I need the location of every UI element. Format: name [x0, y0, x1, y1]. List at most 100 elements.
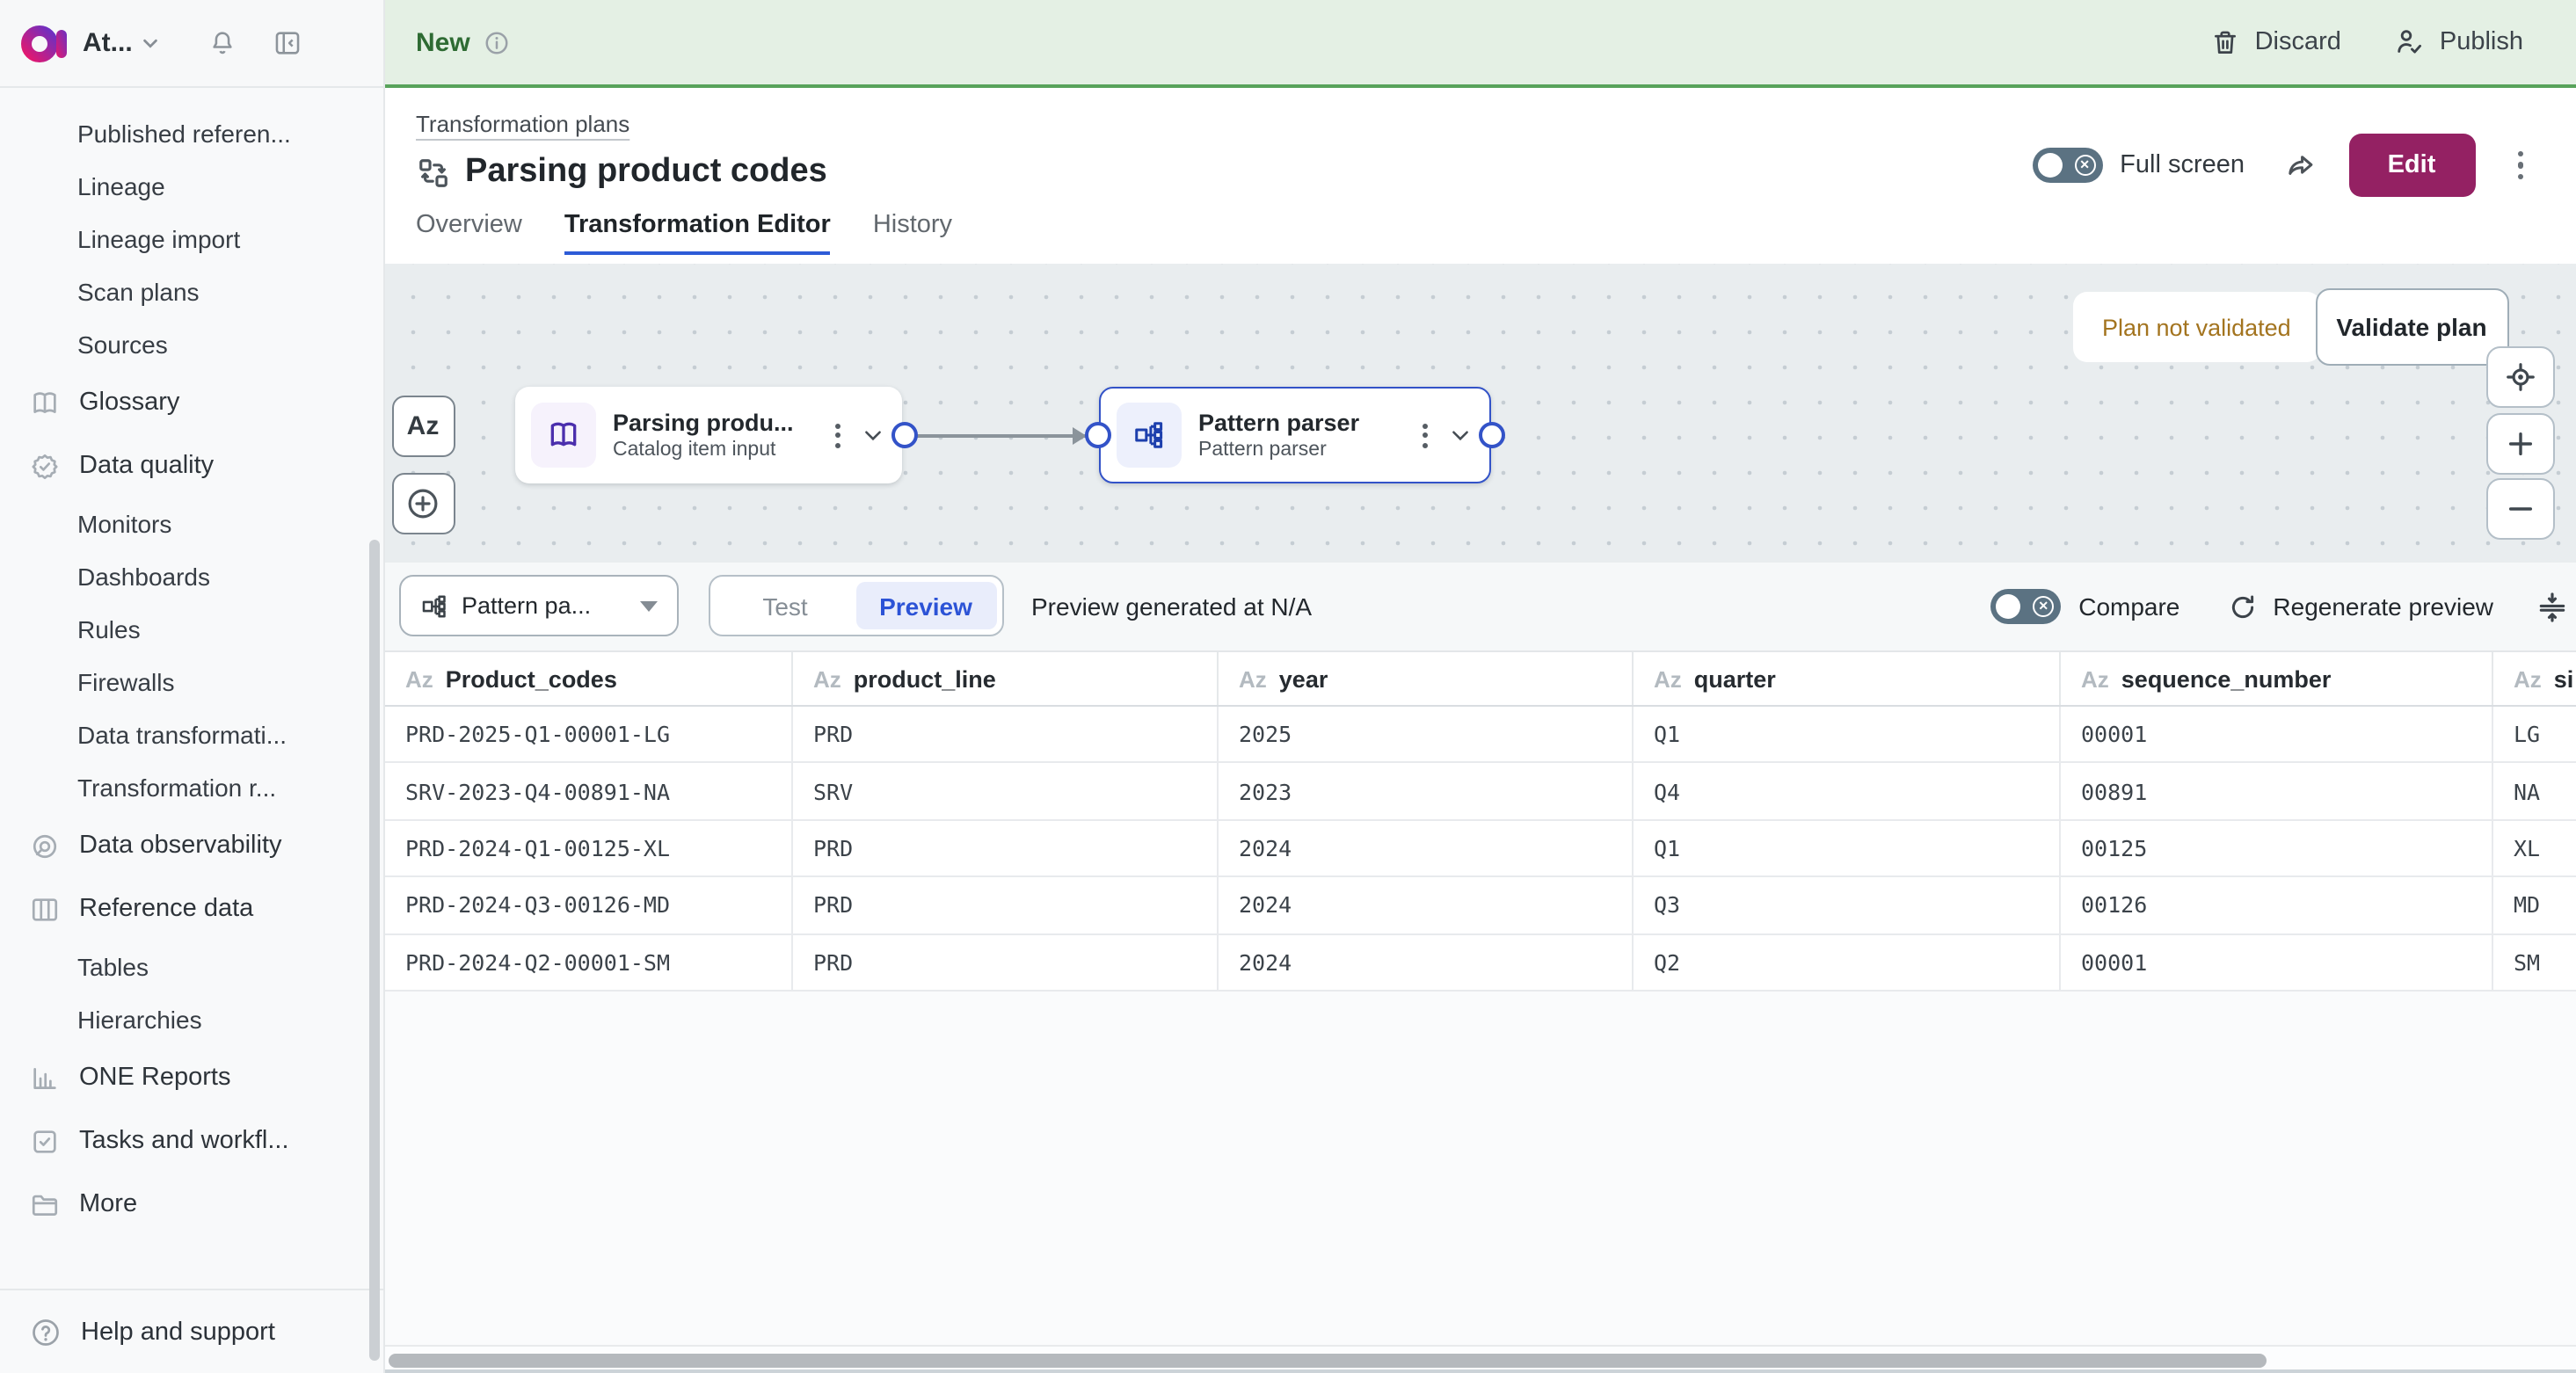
ataccama-logo-icon[interactable] — [21, 22, 69, 64]
column-name: Product_codes — [446, 665, 617, 692]
more-actions-kebab-icon[interactable] — [2514, 148, 2527, 184]
string-type-icon: Az — [1239, 665, 1267, 692]
table-cell: 00001 — [2060, 934, 2492, 990]
sidebar-item-dashboards[interactable]: Dashboards — [0, 550, 382, 603]
node-kebab-icon[interactable] — [829, 418, 845, 453]
step-selector-dropdown[interactable]: Pattern pa... — [398, 575, 678, 636]
breadcrumb[interactable]: Transformation plans — [416, 111, 629, 137]
column-name: year — [1279, 665, 1328, 692]
string-type-icon: Az — [1654, 665, 1682, 692]
node-kebab-icon[interactable] — [1416, 418, 1432, 453]
sidebar-item-sources[interactable]: Sources — [0, 318, 382, 371]
table-cell: SM — [2492, 934, 2576, 990]
sidebar-item-one-reports[interactable]: ONE Reports — [0, 1046, 382, 1109]
collapse-panel-icon[interactable] — [2536, 590, 2569, 623]
sidebar-scrollbar[interactable] — [368, 540, 379, 1361]
tab-overview[interactable]: Overview — [416, 211, 522, 255]
refresh-icon[interactable] — [2227, 592, 2257, 621]
help-label: Help and support — [81, 1318, 275, 1346]
sidebar-item-more[interactable]: More — [0, 1173, 382, 1236]
fit-view-button[interactable] — [2486, 346, 2555, 408]
regenerate-preview-button[interactable]: Regenerate preview — [2273, 592, 2493, 621]
sidebar-item-tasks-and-workfl[interactable]: Tasks and workfl... — [0, 1109, 382, 1173]
sidebar-item-transformation-r[interactable]: Transformation r... — [0, 761, 382, 814]
app-window: At... New Discard Publish — [0, 0, 2576, 1373]
transformation-plan-icon — [416, 156, 449, 189]
sidebar-item-reference-data[interactable]: Reference data — [0, 877, 382, 941]
preview-mode-button[interactable]: Preview — [855, 582, 996, 629]
string-type-icon: Az — [813, 665, 841, 692]
sidebar-item-firewalls[interactable]: Firewalls — [0, 656, 382, 708]
sidebar-item-label: Hierarchies — [77, 1006, 202, 1034]
node-chevron-down-icon[interactable] — [1448, 424, 1471, 447]
sidebar-item-scan-plans[interactable]: Scan plans — [0, 265, 382, 318]
book-icon — [30, 388, 60, 418]
node-pattern-parser[interactable]: Pattern parser Pattern parser — [1098, 387, 1490, 483]
bottom-edge-divider — [384, 1369, 2576, 1373]
topbar-workspace-area: At... — [0, 0, 384, 88]
zoom-in-button[interactable] — [2486, 413, 2555, 475]
test-mode-button[interactable]: Test — [715, 582, 855, 629]
workspace-chevron-down-icon[interactable] — [142, 33, 161, 53]
sidebar-item-hierarchies[interactable]: Hierarchies — [0, 993, 382, 1046]
column-name: quarter — [1694, 665, 1776, 692]
table-row: PRD-2024-Q3-00126-MDPRD2024Q300126MD — [384, 877, 2576, 934]
table-cell: Q2 — [1633, 934, 2060, 990]
publish-person-check-icon — [2394, 26, 2426, 58]
tab-transformation-editor[interactable]: Transformation Editor — [564, 211, 831, 255]
column-header-sequence_number: Azsequence_number — [2060, 652, 2492, 705]
workspace-name[interactable]: At... — [83, 28, 133, 58]
table-empty-area — [384, 992, 2576, 1345]
sidebar-item-tables[interactable]: Tables — [0, 941, 382, 993]
sidebar-item-label: ONE Reports — [79, 1064, 230, 1092]
horizontal-scrollbar-thumb[interactable] — [388, 1353, 2266, 1367]
folder-icon — [30, 1189, 60, 1219]
flow-canvas[interactable]: Plan not validated Validate plan Az — [384, 264, 2576, 563]
main-content: Transformation plans Parsing product cod… — [384, 88, 2576, 1373]
publish-button[interactable]: Publish — [2394, 26, 2523, 58]
table-cell: PRD-2024-Q3-00126-MD — [384, 877, 792, 933]
column-header-quarter: Az quarter — [1633, 652, 2060, 705]
sidebar-item-label: Data transformati... — [77, 721, 287, 749]
node-chevron-down-icon[interactable] — [861, 424, 884, 447]
sidebar-item-data-transformati[interactable]: Data transformati... — [0, 708, 382, 761]
validate-plan-button[interactable]: Validate plan — [2315, 288, 2508, 366]
compare-toggle[interactable]: ✕ — [1990, 589, 2061, 624]
tab-history[interactable]: History — [873, 211, 952, 255]
collapse-sidebar-icon[interactable] — [273, 28, 303, 58]
fullscreen-toggle[interactable]: ✕ — [2032, 148, 2102, 183]
node-catalog-item-input[interactable]: Parsing produ... Catalog item input — [514, 387, 901, 483]
preview-toolbar: Pattern pa... Test Preview Preview gener… — [384, 563, 2576, 650]
info-icon[interactable] — [484, 29, 511, 55]
sidebar-item-data-quality[interactable]: Data quality — [0, 434, 382, 498]
sidebar-item-rules[interactable]: Rules — [0, 603, 382, 656]
sidebar-item-monitors[interactable]: Monitors — [0, 498, 382, 550]
node-title: Parsing produ... — [613, 410, 829, 436]
tasks-icon — [30, 1126, 60, 1156]
output-port[interactable] — [891, 422, 917, 448]
sidebar-item-glossary[interactable]: Glossary — [0, 371, 382, 434]
sidebar-item-label: Transformation r... — [77, 774, 276, 802]
sidebar-item-data-observability[interactable]: Data observability — [0, 814, 382, 877]
output-port[interactable] — [1478, 422, 1504, 448]
sidebar-item-lineage-import[interactable]: Lineage import — [0, 213, 382, 265]
trash-icon — [2211, 27, 2241, 57]
node-subtitle: Catalog item input — [613, 440, 829, 461]
zoom-out-button[interactable] — [2486, 478, 2555, 540]
sidebar-item-published-referen[interactable]: Published referen... — [0, 107, 382, 160]
table-cell: PRD — [792, 877, 1218, 933]
fullscreen-label: Full screen — [2120, 151, 2245, 179]
notifications-bell-icon[interactable] — [208, 28, 238, 58]
share-icon[interactable] — [2283, 149, 2317, 182]
discard-button[interactable]: Discard — [2211, 27, 2341, 57]
input-port[interactable] — [1084, 422, 1110, 448]
sidebar-item-lineage[interactable]: Lineage — [0, 160, 382, 213]
step-selector-value: Pattern pa... — [462, 592, 625, 619]
table-row: SRV-2023-Q4-00891-NASRV2023Q400891NA — [384, 764, 2576, 821]
table-cell: Q3 — [1633, 877, 2060, 933]
sidebar-item-help-and-support[interactable]: Help and support — [0, 1289, 382, 1373]
edge-arrowhead-icon — [1072, 426, 1086, 444]
edit-button[interactable]: Edit — [2348, 134, 2475, 197]
text-tool-button[interactable]: Az — [391, 396, 455, 457]
add-node-button[interactable] — [391, 473, 455, 534]
